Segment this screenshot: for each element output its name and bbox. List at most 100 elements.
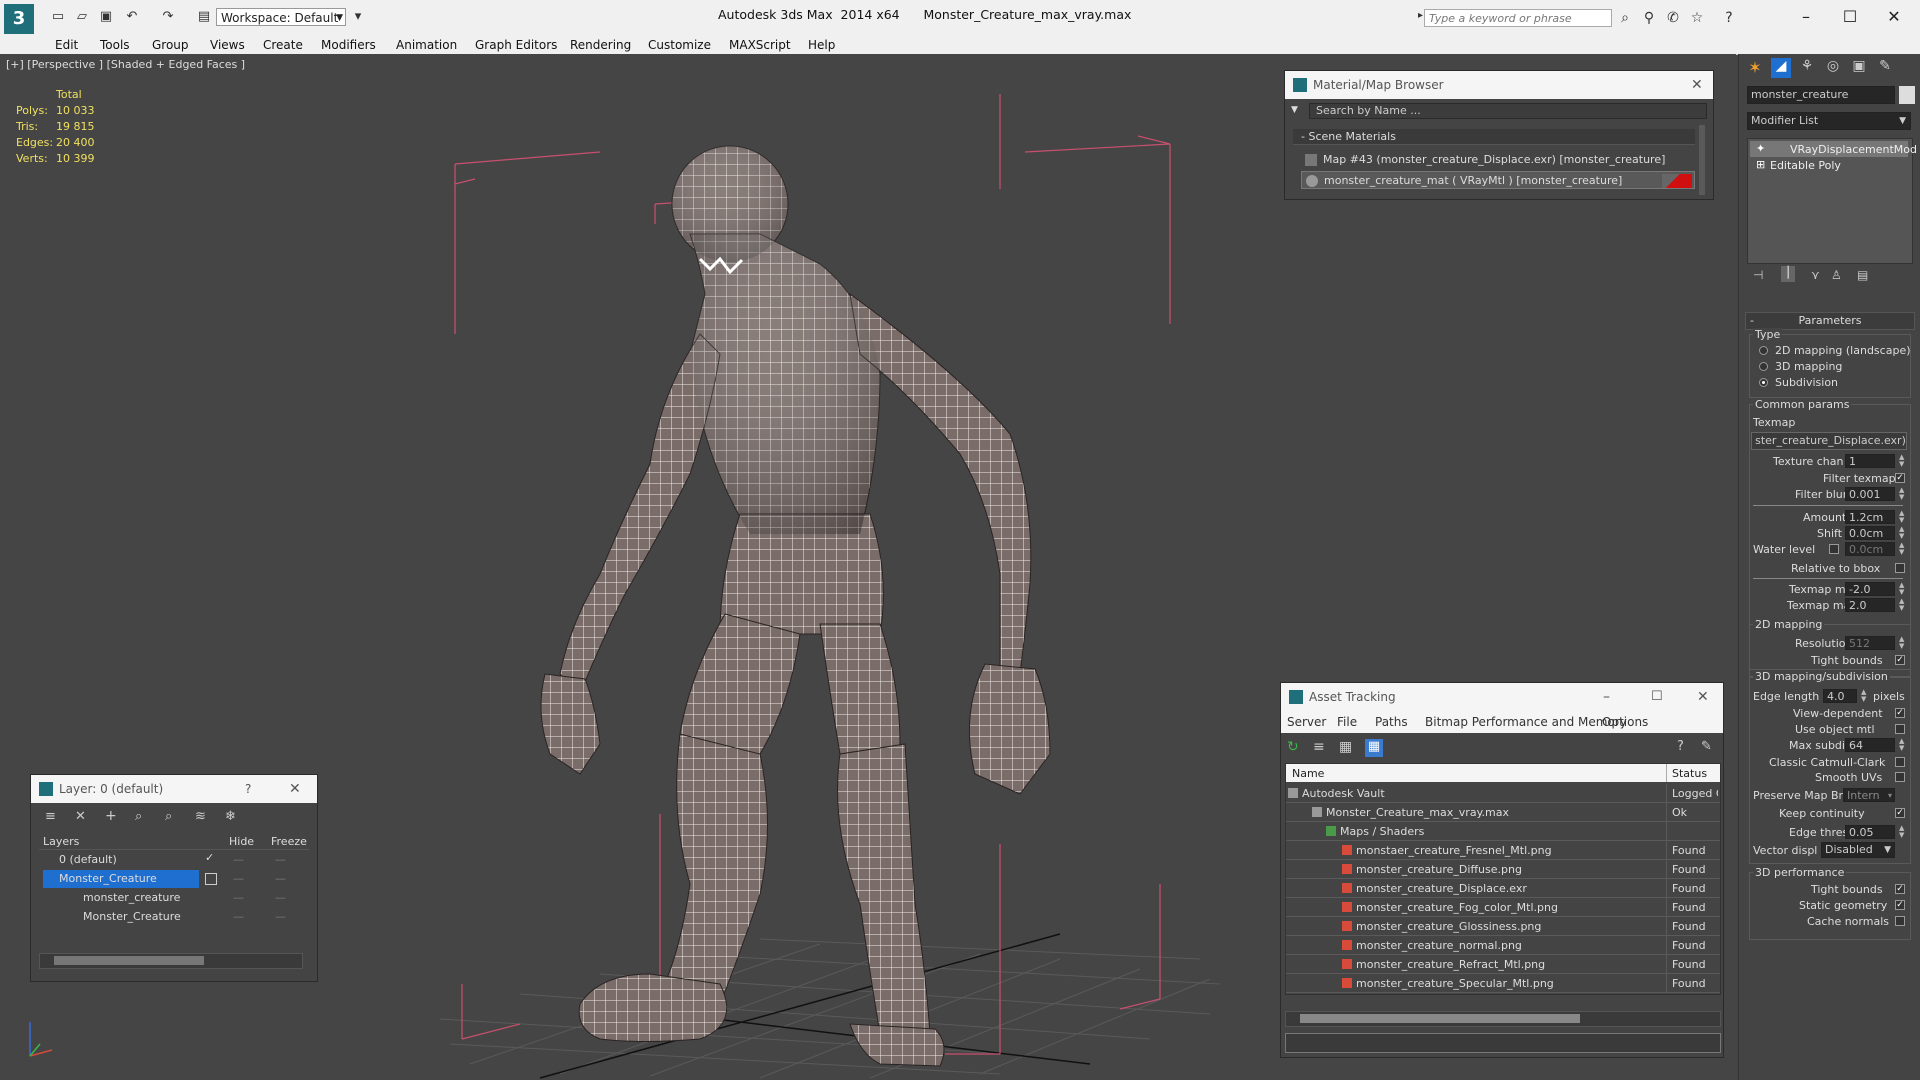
options-triangle-icon[interactable]: ▼ <box>1291 105 1298 115</box>
material-browser-titlebar[interactable]: Material/Map Browser ✕ <box>1285 71 1713 99</box>
menu-group[interactable]: Group <box>152 36 189 54</box>
menu-bitmap-performance[interactable]: Bitmap Performance and Memory <box>1425 715 1627 729</box>
show-end-result-icon[interactable]: │ <box>1781 266 1795 282</box>
communication-icon[interactable]: ✆ <box>1664 9 1682 27</box>
make-unique-icon[interactable]: ⋎ <box>1811 268 1820 282</box>
freeze-toggle[interactable]: — <box>275 910 286 923</box>
hide-toggle[interactable]: — <box>233 910 244 923</box>
display-tab-icon[interactable]: ▣ <box>1849 58 1869 78</box>
spinner-icon[interactable]: ▲ ▼ <box>1899 510 1904 524</box>
search-expand-icon[interactable]: ▸ <box>1418 10 1423 21</box>
asset-row[interactable]: monstaer_creature_Fresnel_Mtl.png Found <box>1286 841 1720 860</box>
asset-tracking-titlebar[interactable]: Asset Tracking – ☐ ✕ <box>1281 683 1723 711</box>
menu-help[interactable]: Help <box>808 36 835 54</box>
use-object-mtl-checkbox[interactable] <box>1895 724 1905 734</box>
preserve-map-bnd-dropdown[interactable]: Intern ▾ <box>1843 788 1895 802</box>
modify-tab-icon[interactable]: ◢ <box>1771 58 1791 78</box>
cache-normals-checkbox[interactable] <box>1895 916 1905 926</box>
shift-input[interactable]: 0.0cm <box>1845 526 1895 540</box>
col-layers[interactable]: Layers <box>43 835 79 848</box>
search-input[interactable]: Type a keyword or phrase <box>1424 9 1612 27</box>
workspace-menu-icon[interactable]: ▾ <box>350 9 366 25</box>
texture-chan-input[interactable]: 1 <box>1845 454 1895 468</box>
scroll-thumb[interactable] <box>1300 1014 1580 1023</box>
maximize-icon[interactable]: ☐ <box>1830 4 1870 30</box>
asset-row[interactable]: Autodesk Vault Logged Out <box>1286 784 1720 803</box>
asset-row[interactable]: monster_creature_Refract_Mtl.png Found <box>1286 955 1720 974</box>
app-logo-icon[interactable]: 3 <box>4 4 34 34</box>
lightbulb-icon[interactable]: ✦ <box>1756 142 1765 155</box>
menu-edit[interactable]: Edit <box>55 36 78 54</box>
texmap-max-input[interactable]: 2.0 <box>1845 598 1895 612</box>
hide-all-icon[interactable]: ≋ <box>195 809 206 824</box>
motion-tab-icon[interactable]: ◎ <box>1823 58 1843 78</box>
active-box-icon[interactable] <box>205 873 217 885</box>
hide-toggle[interactable]: — <box>233 872 244 885</box>
menu-maxscript[interactable]: MAXScript <box>729 36 791 54</box>
create-layer-icon[interactable]: ≡ <box>45 809 56 824</box>
spinner-icon[interactable]: ▲ ▼ <box>1899 825 1904 839</box>
object-name-input[interactable]: monster_creature <box>1747 86 1895 104</box>
configure-sets-icon[interactable]: ▤ <box>1857 268 1868 282</box>
hierarchy-tab-icon[interactable]: ⚘ <box>1797 58 1817 78</box>
modifier-list-dropdown[interactable]: Modifier List ▼ <box>1747 112 1911 130</box>
menu-customize[interactable]: Customize <box>648 36 711 54</box>
max-subdivs-input[interactable]: 64 <box>1845 738 1895 752</box>
highlight-layer-icon[interactable]: ⌕ <box>165 809 172 824</box>
asset-row[interactable]: monster_creature_Fog_color_Mtl.png Found <box>1286 898 1720 917</box>
static-geometry-checkbox[interactable]: ✓ <box>1895 900 1905 910</box>
view-dependent-checkbox[interactable]: ✓ <box>1895 708 1905 718</box>
object-row[interactable]: monster_creature — — <box>39 889 309 907</box>
keep-continuity-checkbox[interactable]: ✓ <box>1895 808 1905 818</box>
pin-stack-icon[interactable]: ⊣ <box>1753 268 1763 282</box>
delete-layer-icon[interactable]: ✕ <box>75 809 86 824</box>
spinner-icon[interactable]: ▲ ▼ <box>1899 487 1904 501</box>
asset-row[interactable]: monster_creature_Diffuse.png Found <box>1286 860 1720 879</box>
col-hide[interactable]: Hide <box>229 835 254 848</box>
hide-toggle[interactable]: — <box>233 891 244 904</box>
favorites-icon[interactable]: ☆ <box>1688 9 1706 27</box>
create-tab-icon[interactable]: ✶ <box>1745 58 1765 78</box>
spinner-icon[interactable]: ▲ ▼ <box>1899 542 1904 556</box>
amount-input[interactable]: 1.2cm <box>1845 510 1895 524</box>
asset-row[interactable]: monster_creature_Specular_Mtl.png Found <box>1286 974 1720 993</box>
edge-length-input[interactable]: 4.0 <box>1823 689 1857 703</box>
object-color-swatch[interactable] <box>1899 86 1915 104</box>
spinner-icon[interactable]: ▲ ▼ <box>1899 454 1904 468</box>
remove-modifier-icon[interactable]: ♙ <box>1831 268 1842 282</box>
stack-item-editable-poly[interactable]: ⊞ Editable Poly <box>1750 157 1908 173</box>
texmap-min-input[interactable]: -2.0 <box>1845 582 1895 596</box>
edge-thresh-input[interactable]: 0.05 <box>1845 825 1895 839</box>
maximize-icon[interactable]: ☐ <box>1651 683 1663 711</box>
search-by-name-input[interactable]: Search by Name ... <box>1309 103 1707 119</box>
open-file-icon[interactable]: ▱ <box>74 9 90 25</box>
asset-status-field[interactable] <box>1285 1033 1721 1053</box>
minimize-icon[interactable]: – <box>1786 4 1826 30</box>
vault-icon[interactable]: ✎ <box>1701 739 1712 754</box>
layer-row[interactable]: 0 (default) ✓ — — <box>39 851 309 869</box>
help-icon[interactable]: ? <box>1720 9 1738 27</box>
filter-texmap-checkbox[interactable]: ✓ <box>1895 473 1905 483</box>
asset-row[interactable]: Monster_Creature_max_vray.max Ok <box>1286 803 1720 822</box>
close-icon[interactable]: ✕ <box>1874 4 1914 30</box>
help-icon[interactable]: ? <box>1677 739 1684 754</box>
minimize-icon[interactable]: – <box>1603 683 1610 711</box>
spinner-icon[interactable]: ▲ ▼ <box>1899 598 1904 612</box>
menu-file[interactable]: File <box>1337 715 1357 729</box>
tight-bounds-checkbox[interactable]: ✓ <box>1895 655 1905 665</box>
classic-catmull-checkbox[interactable] <box>1895 757 1905 767</box>
perf-tight-bounds-checkbox[interactable]: ✓ <box>1895 884 1905 894</box>
spinner-icon[interactable]: ▲ ▼ <box>1899 582 1904 596</box>
asset-row[interactable]: monster_creature_Displace.exr Found <box>1286 879 1720 898</box>
menu-options[interactable]: Options <box>1602 715 1648 729</box>
select-objects-icon[interactable]: ⌕ <box>135 809 142 824</box>
expand-icon[interactable]: ⊞ <box>1756 158 1765 171</box>
undo-icon[interactable]: ↶ <box>124 9 140 25</box>
close-icon[interactable]: ✕ <box>1691 71 1703 99</box>
asset-row[interactable]: Maps / Shaders <box>1286 822 1720 841</box>
menu-rendering[interactable]: Rendering <box>570 36 631 54</box>
freeze-toggle[interactable]: — <box>275 853 286 866</box>
menu-tools[interactable]: Tools <box>100 36 130 54</box>
radio-subdivision[interactable] <box>1759 378 1768 387</box>
asset-row[interactable]: monster_creature_normal.png Found <box>1286 936 1720 955</box>
